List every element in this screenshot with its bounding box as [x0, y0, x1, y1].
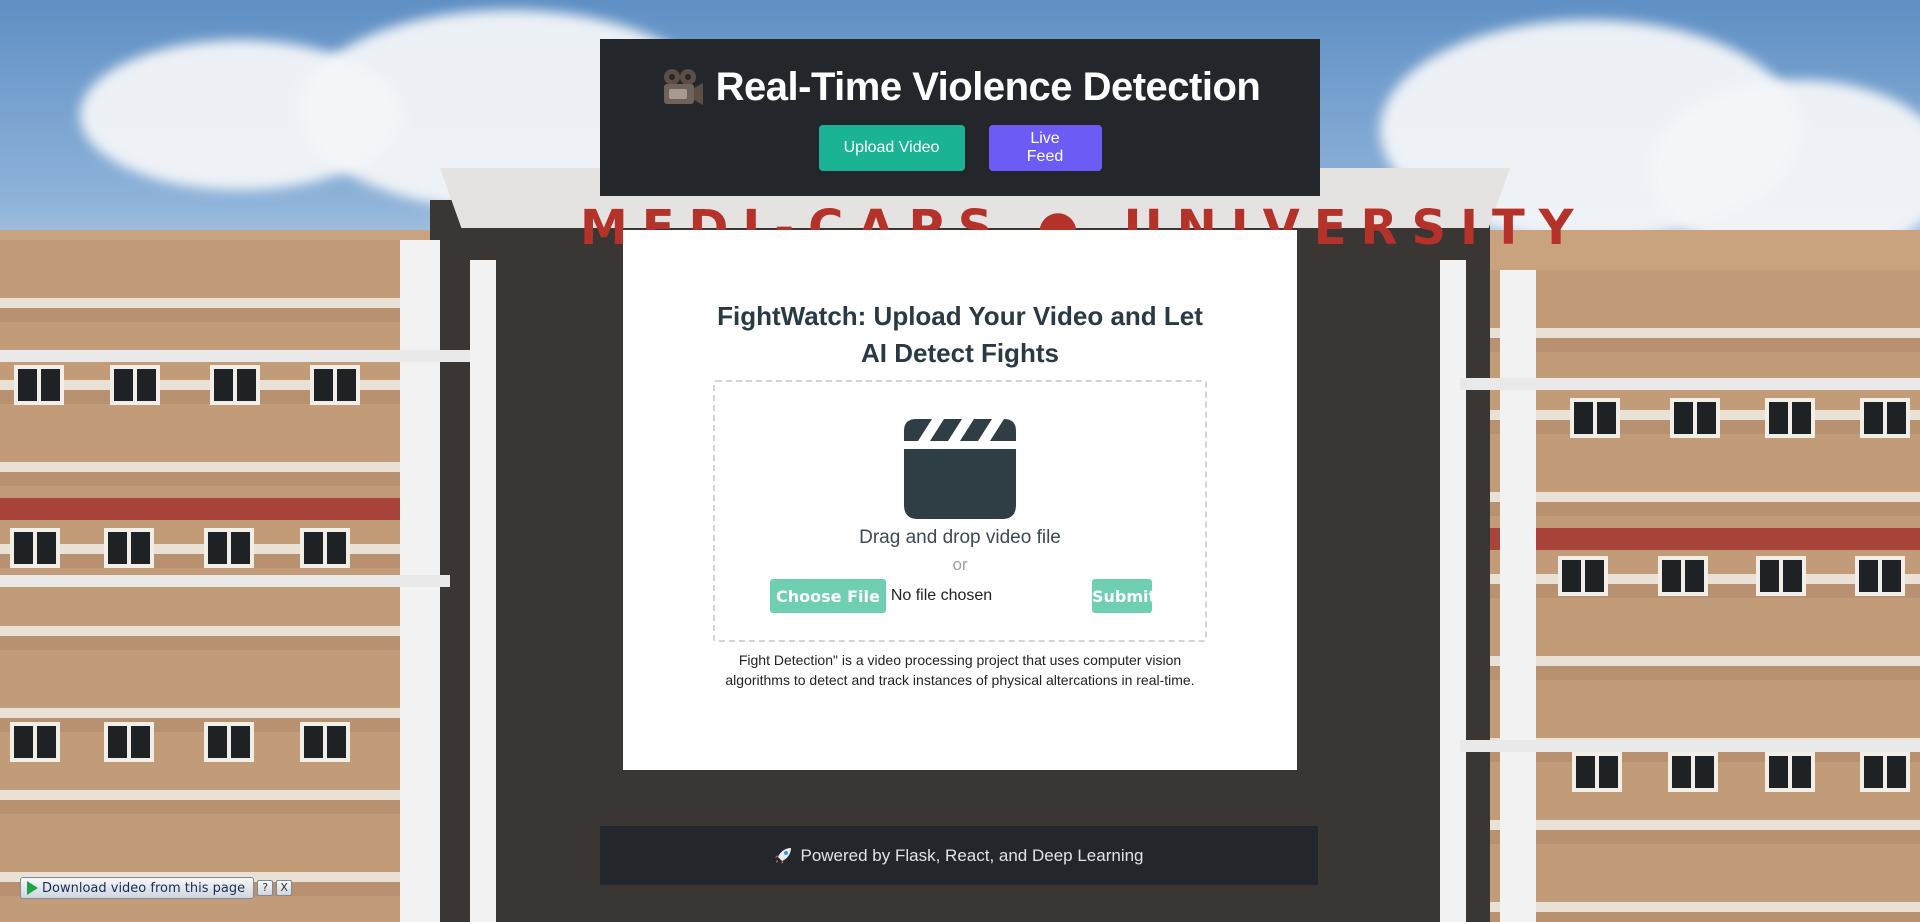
page-title: Real-Time Violence Detection — [715, 65, 1261, 109]
download-video-button[interactable]: Download video from this page — [20, 877, 255, 899]
upload-video-button[interactable]: Upload Video — [818, 125, 965, 171]
live-feed-button[interactable]: Live Feed — [988, 125, 1102, 171]
or-separator: or — [952, 555, 968, 574]
submit-button[interactable]: Submit — [1092, 579, 1152, 613]
clapperboard-icon — [904, 419, 1016, 519]
choose-file-button[interactable]: Choose File — [770, 579, 886, 613]
download-video-label: Download video from this page — [42, 880, 246, 896]
video-dropzone[interactable]: Drag and drop video file or Choose File … — [713, 380, 1207, 642]
file-input: Choose File No file chosen — [770, 579, 992, 613]
main-nav: Upload Video Live Feed — [600, 125, 1320, 171]
title-row: Real-Time Violence Detection — [600, 65, 1320, 110]
file-status-text: No file chosen — [890, 587, 993, 604]
upload-card: FightWatch: Upload Your Video and Let AI… — [623, 230, 1297, 770]
upload-heading: FightWatch: Upload Your Video and Let AI… — [717, 301, 1203, 368]
help-button[interactable]: ? — [257, 880, 274, 896]
drag-drop-text: Drag and drop video file — [859, 527, 1061, 548]
close-button[interactable]: X — [276, 880, 293, 896]
app-header: Real-Time Violence Detection Upload Vide… — [600, 39, 1320, 196]
app-footer: Powered by Flask, React, and Deep Learni… — [600, 826, 1318, 885]
project-description: Fight Detection" is a video processing p… — [725, 652, 1195, 688]
film-projector-icon — [660, 68, 704, 108]
download-video-bar: Download video from this page ? X — [20, 877, 293, 899]
footer-text: Powered by Flask, React, and Deep Learni… — [800, 845, 1144, 865]
rocket-icon — [774, 847, 792, 865]
play-icon — [27, 881, 38, 895]
